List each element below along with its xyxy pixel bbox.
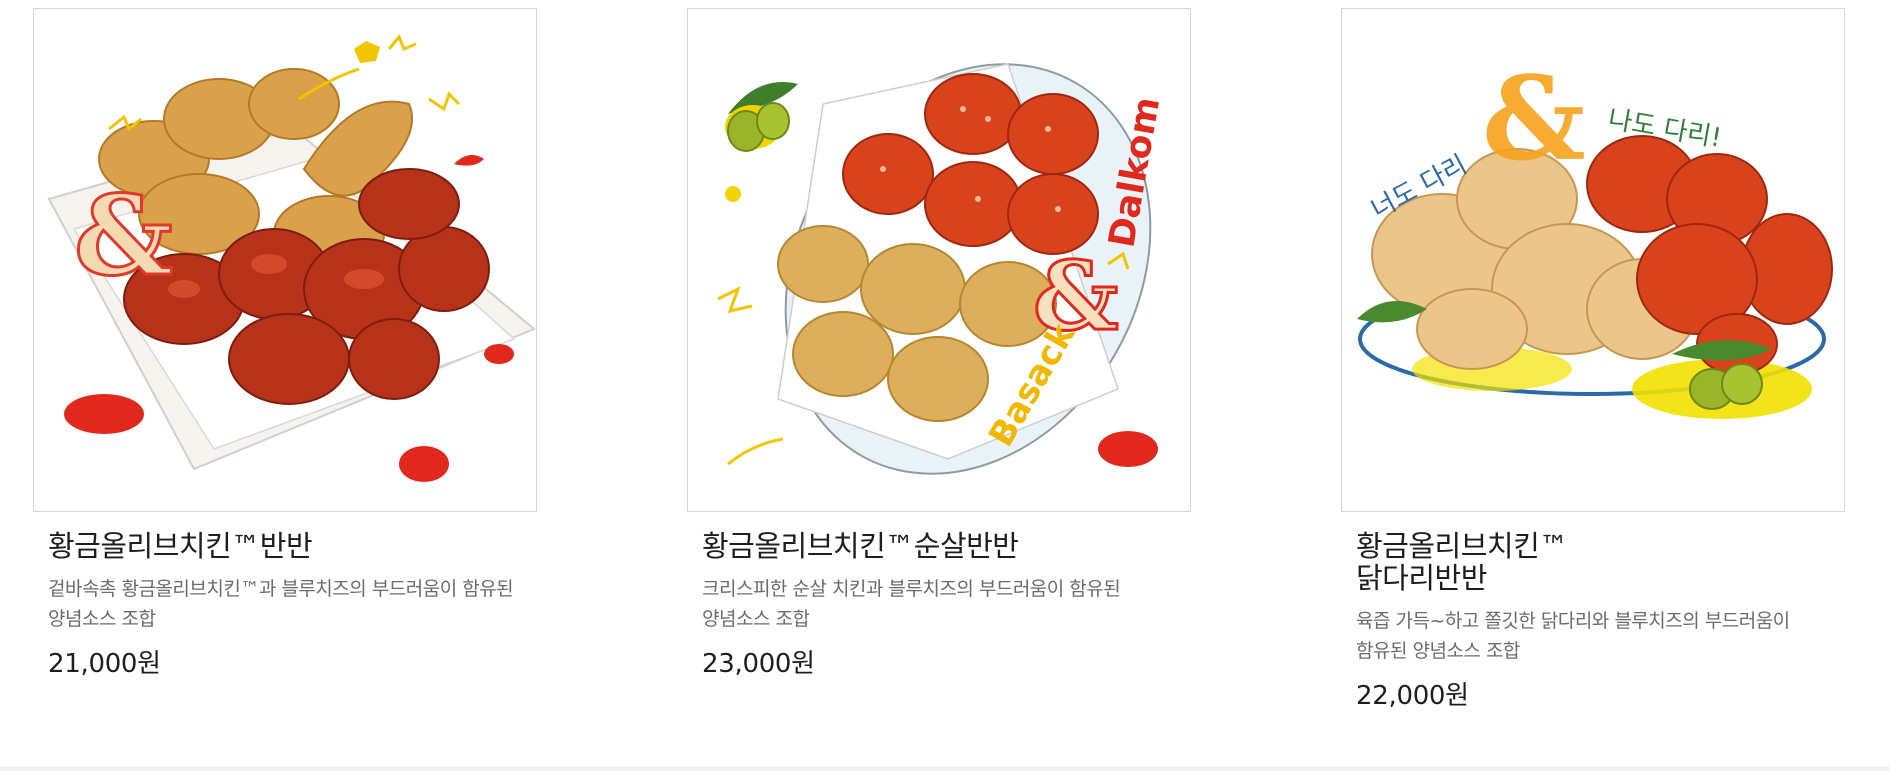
section-divider [0,766,1889,771]
chicken-boneless-half-half-illustration: & Dalkom Basack [717,63,1168,475]
product-price: 22,000원 [1356,681,1469,711]
svg-text:&: & [1482,52,1586,187]
product-name[interactable]: 황금올리브치킨™ 닭다리반반 [1356,530,1845,594]
svg-text:&: & [74,171,173,300]
product-name[interactable]: 황금올리브치킨™순살반반 [702,530,1191,562]
product-price: 23,000원 [702,649,815,679]
product-card[interactable]: & 황금올리브치킨™반반 겉바속촉 황금올리브치킨™과 블루치즈의 부드러움이 … [33,8,537,684]
product-grid: & 황금올리브치킨™반반 겉바속촉 황금올리브치킨™과 블루치즈의 부드러움이 … [33,8,1845,748]
product-name[interactable]: 황금올리브치킨™반반 [48,530,537,562]
product-image[interactable]: & 너도 다리 나도 다리! [1341,8,1845,512]
product-price: 21,000원 [48,649,161,679]
chicken-drumstick-half-half-illustration: & 너도 다리 나도 다리! [1357,52,1833,419]
product-image[interactable]: & Dalkom Basack [687,8,1191,512]
product-description: 육즙 가득~하고 쫄깃한 닭다리와 블루치즈의 부드러움이 함유된 양념소스 조… [1356,610,1790,662]
product-description: 크리스피한 순살 치킨과 블루치즈의 부드러움이 함유된 양념소스 조합 [702,578,1121,630]
product-image[interactable]: & [33,8,537,512]
product-card[interactable]: & Dalkom Basack 황금올리브치킨™순살반반 크리스피한 순살 치킨… [687,8,1191,684]
product-card[interactable]: & 너도 다리 나도 다리! 황금올리브치킨™ 닭다리반반 육즙 가득~하고 쫄… [1341,8,1845,716]
chicken-half-half-illustration: & [47,34,536,482]
product-description: 겉바속촉 황금올리브치킨™과 블루치즈의 부드러움이 함유된 양념소스 조합 [48,578,514,630]
